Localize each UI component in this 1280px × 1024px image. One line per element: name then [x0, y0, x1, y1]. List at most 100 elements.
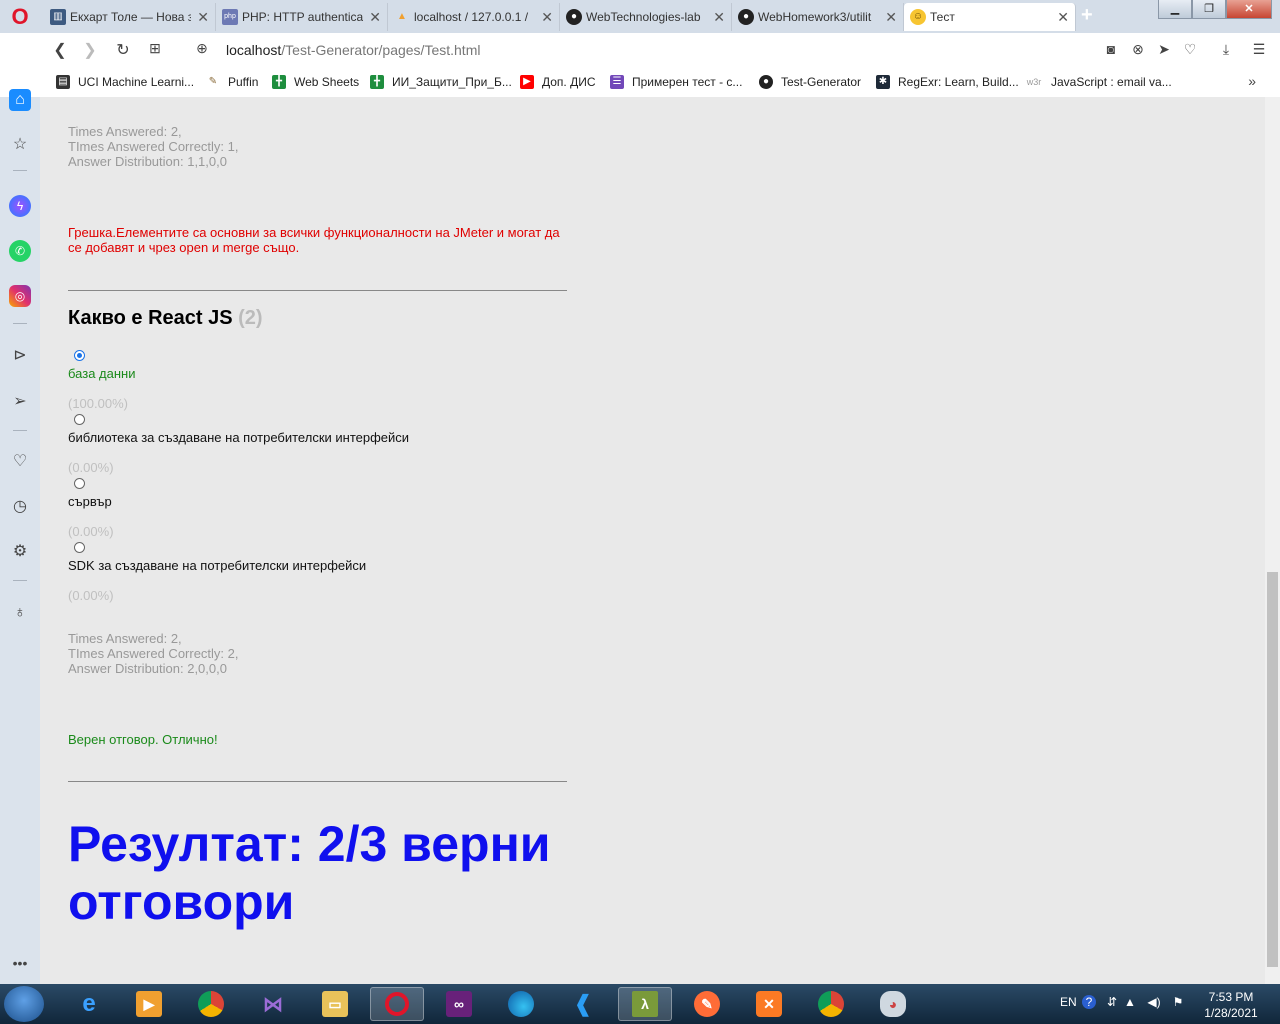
- phpmyadmin-icon: ▲: [397, 11, 407, 22]
- tab-title: localhost / 127.0.0.1 /: [414, 10, 529, 24]
- paint-icon[interactable]: ◕: [866, 987, 920, 1021]
- sheets-icon: ╋: [272, 75, 286, 89]
- history-clock-icon[interactable]: ◷: [9, 496, 31, 518]
- jmeter-icon[interactable]: λ: [618, 987, 672, 1021]
- file-explorer-icon[interactable]: ▭: [308, 987, 362, 1021]
- bookmark-test-generator[interactable]: ● Test-Generator: [759, 75, 861, 89]
- tab-1[interactable]: php PHP: HTTP authenticat ✕: [216, 3, 388, 31]
- bookmark-web-sheets[interactable]: ╋ Web Sheets: [272, 75, 359, 89]
- question-points: (2): [238, 307, 263, 329]
- whatsapp-icon[interactable]: ✆: [9, 240, 31, 262]
- reload-icon[interactable]: ↻: [113, 40, 133, 60]
- vscode-icon[interactable]: ❰: [556, 987, 610, 1021]
- help-icon[interactable]: ?: [1082, 995, 1096, 1009]
- xampp-icon[interactable]: ✕: [742, 987, 796, 1021]
- tab-4[interactable]: ● WebHomework3/utilit ✕: [732, 3, 904, 31]
- camera-icon[interactable]: ◙: [1102, 41, 1120, 57]
- regexr-icon: ✱: [876, 75, 890, 89]
- visual-studio-icon[interactable]: ⋈: [246, 987, 300, 1021]
- bookmark-regexr[interactable]: ✱ RegExr: Learn, Build...: [876, 75, 1019, 89]
- forward-arrow-icon[interactable]: ❯: [80, 40, 100, 60]
- opera-taskbar-icon[interactable]: [370, 987, 424, 1021]
- close-window-button[interactable]: ✕: [1226, 0, 1272, 19]
- postman-icon[interactable]: ✎: [680, 987, 734, 1021]
- visual-studio-2-icon[interactable]: ∞: [432, 987, 486, 1021]
- chrome-2-icon[interactable]: [804, 987, 858, 1021]
- bookmark-ii-zashtiti[interactable]: ╋ ИИ_Защити_При_Б...: [370, 75, 512, 89]
- download-icon[interactable]: ⤓: [1217, 41, 1235, 58]
- heart-icon[interactable]: ♡: [1181, 41, 1199, 58]
- w3resource-icon: w3r: [1026, 77, 1042, 87]
- language-indicator[interactable]: EN: [1060, 995, 1077, 1009]
- tab-close-icon[interactable]: ✕: [369, 9, 381, 26]
- clock[interactable]: 7:53 PM 1/28/2021: [1196, 989, 1266, 1021]
- adblock-icon[interactable]: ⊗: [1129, 41, 1147, 58]
- scrollbar-thumb[interactable]: [1267, 572, 1278, 967]
- bookmark-dop-dis[interactable]: ▶ Доп. ДИС: [520, 75, 596, 89]
- sidebar-divider: [13, 170, 27, 171]
- tab-2[interactable]: ▲ localhost / 127.0.0.1 / ✕: [388, 3, 560, 31]
- github-icon: ●: [566, 9, 582, 25]
- option-radio-4[interactable]: [74, 542, 85, 553]
- easy-setup-icon[interactable]: ☰: [1250, 41, 1268, 58]
- chrome-icon[interactable]: [184, 987, 238, 1021]
- internet-explorer-icon[interactable]: e: [62, 987, 116, 1021]
- bookmark-javascript-email[interactable]: w3r JavaScript : email va...: [1025, 75, 1172, 89]
- tab-5-active[interactable]: ☺ Тест ✕: [904, 3, 1076, 31]
- more-dots-icon[interactable]: •••: [9, 952, 31, 974]
- option-percent-1: (100.00%): [68, 396, 128, 411]
- bookmark-puffin[interactable]: ✎ Puffin: [206, 75, 259, 89]
- page-scrollbar[interactable]: [1265, 97, 1280, 984]
- tray-network-icon[interactable]: ⇵: [1104, 995, 1120, 1009]
- tab-close-icon[interactable]: ✕: [1057, 9, 1069, 26]
- tab-3[interactable]: ● WebTechnologies-lab ✕: [560, 3, 732, 31]
- back-arrow-icon[interactable]: ❮: [50, 40, 70, 60]
- tab-close-icon[interactable]: ✕: [885, 9, 897, 26]
- option-radio-2[interactable]: [74, 414, 85, 425]
- settings-gear-icon[interactable]: ⚙: [9, 541, 31, 563]
- github-icon: ●: [738, 9, 754, 25]
- volume-icon[interactable]: ◀): [1146, 995, 1162, 1009]
- send-icon[interactable]: ➤: [1155, 41, 1173, 58]
- youtube-icon: ▶: [520, 75, 534, 89]
- show-hidden-icons-chevron-icon[interactable]: ▲: [1122, 995, 1138, 1009]
- window-controls: ▁ ❐ ✕: [1158, 0, 1272, 19]
- tab-close-icon[interactable]: ✕: [197, 9, 209, 26]
- option-radio-1[interactable]: [74, 350, 85, 361]
- heart-icon[interactable]: ♡: [9, 451, 31, 473]
- bookmark-label: Web Sheets: [294, 75, 360, 89]
- minimize-button[interactable]: ▁: [1158, 0, 1192, 19]
- sidebar-divider: [13, 430, 27, 431]
- option-percent-3: (0.00%): [68, 524, 114, 539]
- star-icon[interactable]: ☆: [9, 134, 31, 156]
- question-text: Какво е React JS: [68, 307, 233, 329]
- tab-0[interactable]: ▥ Екхарт Толе — Нова з ✕: [44, 3, 216, 31]
- answer-distribution: Answer Distribution: 1,1,0,0: [68, 154, 227, 169]
- bookmark-uci[interactable]: ▤ UCI Machine Learni...: [56, 75, 194, 89]
- player-icon[interactable]: ⊳: [9, 345, 31, 367]
- bookmark-label: ИИ_Защити_При_Б...: [392, 75, 512, 89]
- media-player-icon[interactable]: ▶: [122, 987, 176, 1021]
- home-icon[interactable]: ⌂: [9, 89, 31, 111]
- maximize-button[interactable]: ❐: [1192, 0, 1226, 19]
- messenger-icon[interactable]: ϟ: [9, 195, 31, 217]
- instagram-icon[interactable]: ◎: [9, 285, 31, 307]
- tab-strip: O ▥ Екхарт Толе — Нова з ✕ php PHP: HTTP…: [0, 0, 1280, 33]
- sidebar-divider: [13, 580, 27, 581]
- lightbulb-icon[interactable]: ♁: [9, 602, 31, 624]
- send-icon[interactable]: ➢: [9, 391, 31, 413]
- bookmarks-more-chevron-icon[interactable]: »: [1248, 73, 1256, 89]
- php-icon: php: [222, 9, 238, 25]
- action-center-flag-icon[interactable]: ⚑: [1170, 995, 1186, 1009]
- result-heading: Резултат: 2/3 верни отговори: [68, 816, 551, 930]
- windows-start-button[interactable]: [4, 986, 44, 1022]
- option-radio-3[interactable]: [74, 478, 85, 489]
- opera-menu-icon[interactable]: O: [10, 6, 30, 28]
- edge-icon[interactable]: [494, 987, 548, 1021]
- url-field[interactable]: localhost/Test-Generator/pages/Test.html: [226, 42, 480, 58]
- tab-close-icon[interactable]: ✕: [541, 9, 553, 26]
- new-tab-plus-icon[interactable]: +: [1081, 4, 1093, 27]
- tab-grid-icon[interactable]: ⊞: [145, 40, 165, 57]
- tab-close-icon[interactable]: ✕: [713, 9, 725, 26]
- bookmark-primeren-test[interactable]: ☰ Примерен тест - с...: [610, 75, 742, 89]
